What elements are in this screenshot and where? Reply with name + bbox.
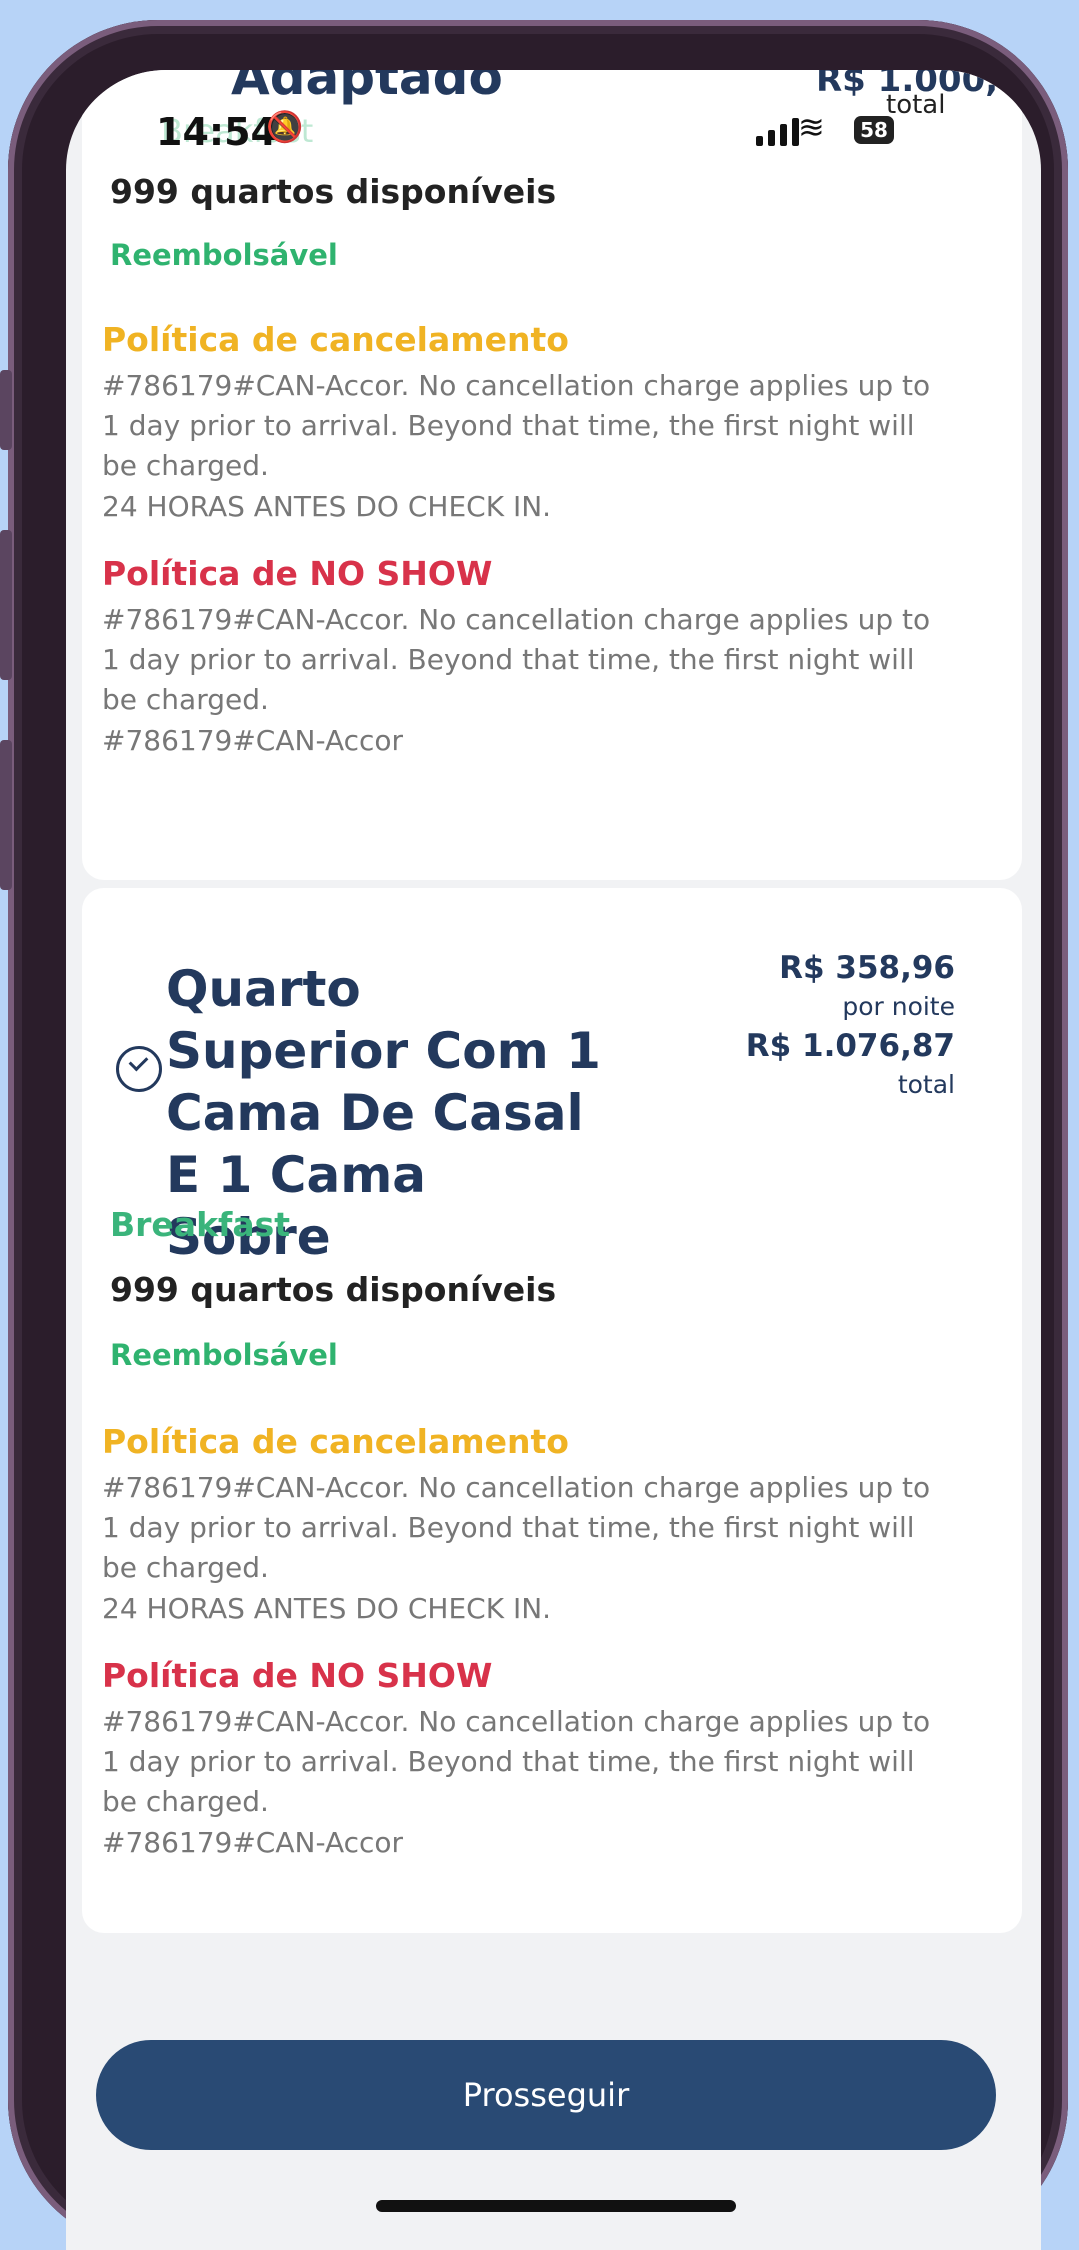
cellular-signal-icon xyxy=(756,118,799,146)
cancel-policy-sub: 24 HORAS ANTES DO CHECK IN. xyxy=(102,1592,552,1625)
cancel-policy-title: Política de cancelamento xyxy=(102,1422,569,1461)
status-time: 14:54 xyxy=(156,110,277,154)
status-bar: 14:54 🔕 ≋ 58 xyxy=(66,70,1041,180)
check-circle-icon[interactable] xyxy=(116,1046,162,1092)
noshow-policy-sub: #786179#CAN-Accor xyxy=(102,1826,404,1859)
price-total: R$ 1.076,87 xyxy=(745,1028,955,1064)
cancel-policy-text: #786179#CAN-Accor. No cancellation charg… xyxy=(102,1471,931,1584)
availability: 999 quartos disponíveis xyxy=(110,1270,557,1309)
noshow-policy-title-previous: Política de NO SHOW xyxy=(102,554,493,593)
per-night-label: por noite xyxy=(842,992,955,1021)
home-indicator[interactable] xyxy=(376,2200,736,2212)
mute-switch xyxy=(0,370,12,450)
noshow-policy-text: #786179#CAN-Accor. No cancellation charg… xyxy=(102,1705,931,1818)
price-per-night: R$ 358,96 xyxy=(779,950,955,986)
noshow-policy-sub-previous: #786179#CAN-Accor xyxy=(102,724,404,757)
noshow-policy-text-previous: #786179#CAN-Accor. No cancellation charg… xyxy=(102,603,931,716)
bell-muted-icon: 🔕 xyxy=(266,110,304,145)
cancel-policy-sub-previous: 24 HORAS ANTES DO CHECK IN. xyxy=(102,490,552,523)
app-screen: Adaptado R$ 1.000, total Breakfast 999 q… xyxy=(66,70,1041,2250)
wifi-icon: ≋ xyxy=(798,108,825,146)
volume-down-button xyxy=(0,740,12,890)
battery-icon: 58 xyxy=(854,116,894,144)
cancel-policy-title-previous: Política de cancelamento xyxy=(102,320,569,359)
meal-label: Breakfast xyxy=(110,1205,291,1244)
total-label: total xyxy=(897,1070,955,1099)
volume-up-button xyxy=(0,530,12,680)
cancel-policy-text-previous: #786179#CAN-Accor. No cancellation charg… xyxy=(102,369,931,482)
proceed-button[interactable]: Prosseguir xyxy=(96,2040,996,2150)
refundable-badge-previous: Reembolsável xyxy=(110,238,338,272)
noshow-policy-title: Política de NO SHOW xyxy=(102,1656,493,1695)
refundable-badge: Reembolsável xyxy=(110,1338,338,1372)
